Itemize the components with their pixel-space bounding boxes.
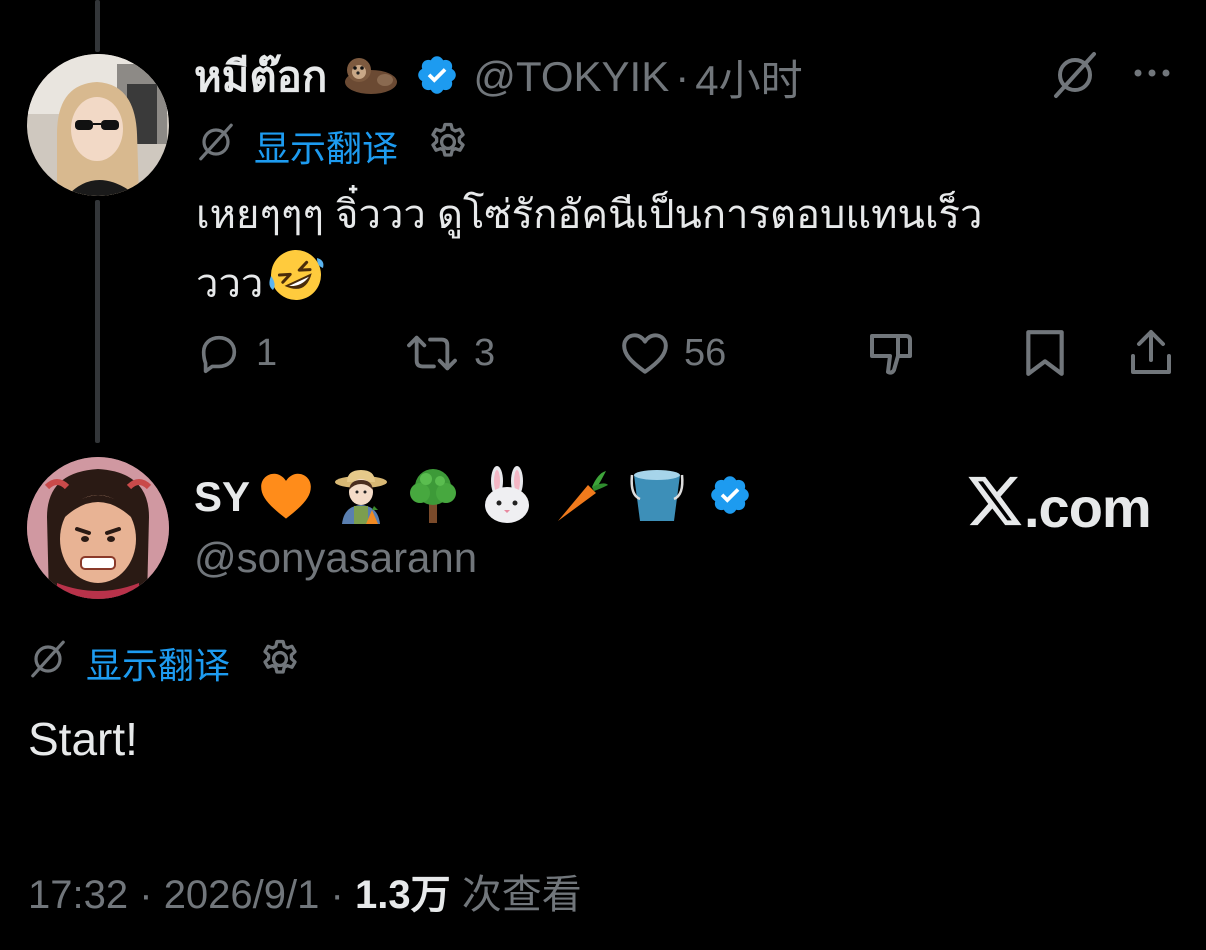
orange-heart-emoji-icon [256, 469, 316, 526]
handle[interactable]: @sonyasarann [194, 534, 477, 582]
post-text: เหยๆๆๆ จิ๋ววว ดูโซ่รักอัคนีเป็นการตอบแทน… [196, 184, 1186, 322]
thumbs-down-icon [870, 334, 912, 375]
repost-count: 3 [474, 331, 496, 374]
settings-gear-icon[interactable] [426, 120, 470, 173]
x-domain: .com [1024, 476, 1152, 539]
thread-line [95, 200, 100, 443]
otter-emoji-icon [341, 52, 401, 103]
view-count: 1.3万 [354, 873, 451, 917]
grok-icon[interactable] [1050, 50, 1100, 105]
display-name[interactable]: SY [194, 473, 250, 521]
post-header: SY [194, 465, 752, 529]
more-options-icon[interactable] [1132, 65, 1174, 86]
translate-row: 显示翻译 [28, 638, 302, 688]
reply-icon [196, 330, 242, 376]
handle[interactable]: @TOKYIK [473, 53, 669, 101]
avatar[interactable] [27, 54, 169, 196]
rolling-laughing-emoji-icon [267, 246, 325, 322]
grok-icon [28, 639, 68, 688]
x-logo-icon [966, 474, 1024, 541]
display-name[interactable]: หมีต๊อก [194, 44, 327, 110]
view-count-label: 次查看 [461, 873, 582, 917]
share-icon [1131, 330, 1171, 374]
post-header: หมีต๊อก @TOKYIK · 4小时 [194, 52, 803, 104]
farmer-emoji-icon [332, 466, 390, 529]
settings-gear-icon[interactable] [258, 637, 302, 690]
grok-icon [196, 122, 236, 171]
post-time[interactable]: 4小时 [695, 47, 802, 108]
separator: · [330, 873, 344, 917]
repost-button[interactable]: 3 [404, 328, 495, 378]
dislike-button[interactable] [866, 330, 918, 383]
bookmark-button[interactable] [1022, 328, 1068, 383]
translate-row: 显示翻译 [196, 122, 470, 170]
share-button[interactable] [1126, 326, 1176, 383]
bucket-emoji-icon [626, 465, 688, 530]
reply-count: 1 [256, 331, 278, 374]
post-text-line: เหยๆๆๆ จิ๋ววว ดูโซ่รักอัคนีเป็นการตอบแทน… [196, 193, 983, 237]
separator: · [675, 53, 690, 100]
bookmark-icon [1026, 330, 1064, 376]
reply-button[interactable]: 1 [196, 328, 277, 378]
show-translation-link[interactable]: 显示翻译 [254, 120, 398, 172]
x-com-watermark: .com [966, 474, 1152, 541]
verified-badge-icon [708, 473, 752, 522]
like-button[interactable]: 56 [620, 328, 726, 378]
post-text-line: ววว [196, 246, 1186, 322]
like-count: 56 [684, 331, 727, 374]
post-text: Start! [28, 713, 138, 765]
repost-icon [404, 330, 460, 376]
avatar[interactable] [27, 457, 169, 599]
carrot-emoji-icon [552, 465, 610, 530]
post-text-line2: ววว [196, 262, 264, 306]
show-translation-link[interactable]: 显示翻译 [86, 637, 230, 689]
verified-badge-icon [415, 53, 459, 102]
heart-icon [620, 330, 670, 376]
post-footer: 17:32 · 2026/9/1 · 1.3万 次查看 [28, 862, 582, 920]
post-date[interactable]: 2026/9/1 [164, 873, 320, 917]
rabbit-emoji-icon [478, 465, 536, 530]
separator: · [139, 873, 153, 917]
post-time[interactable]: 17:32 [28, 873, 128, 917]
tree-emoji-icon [404, 465, 462, 530]
thread-line [95, 0, 100, 52]
